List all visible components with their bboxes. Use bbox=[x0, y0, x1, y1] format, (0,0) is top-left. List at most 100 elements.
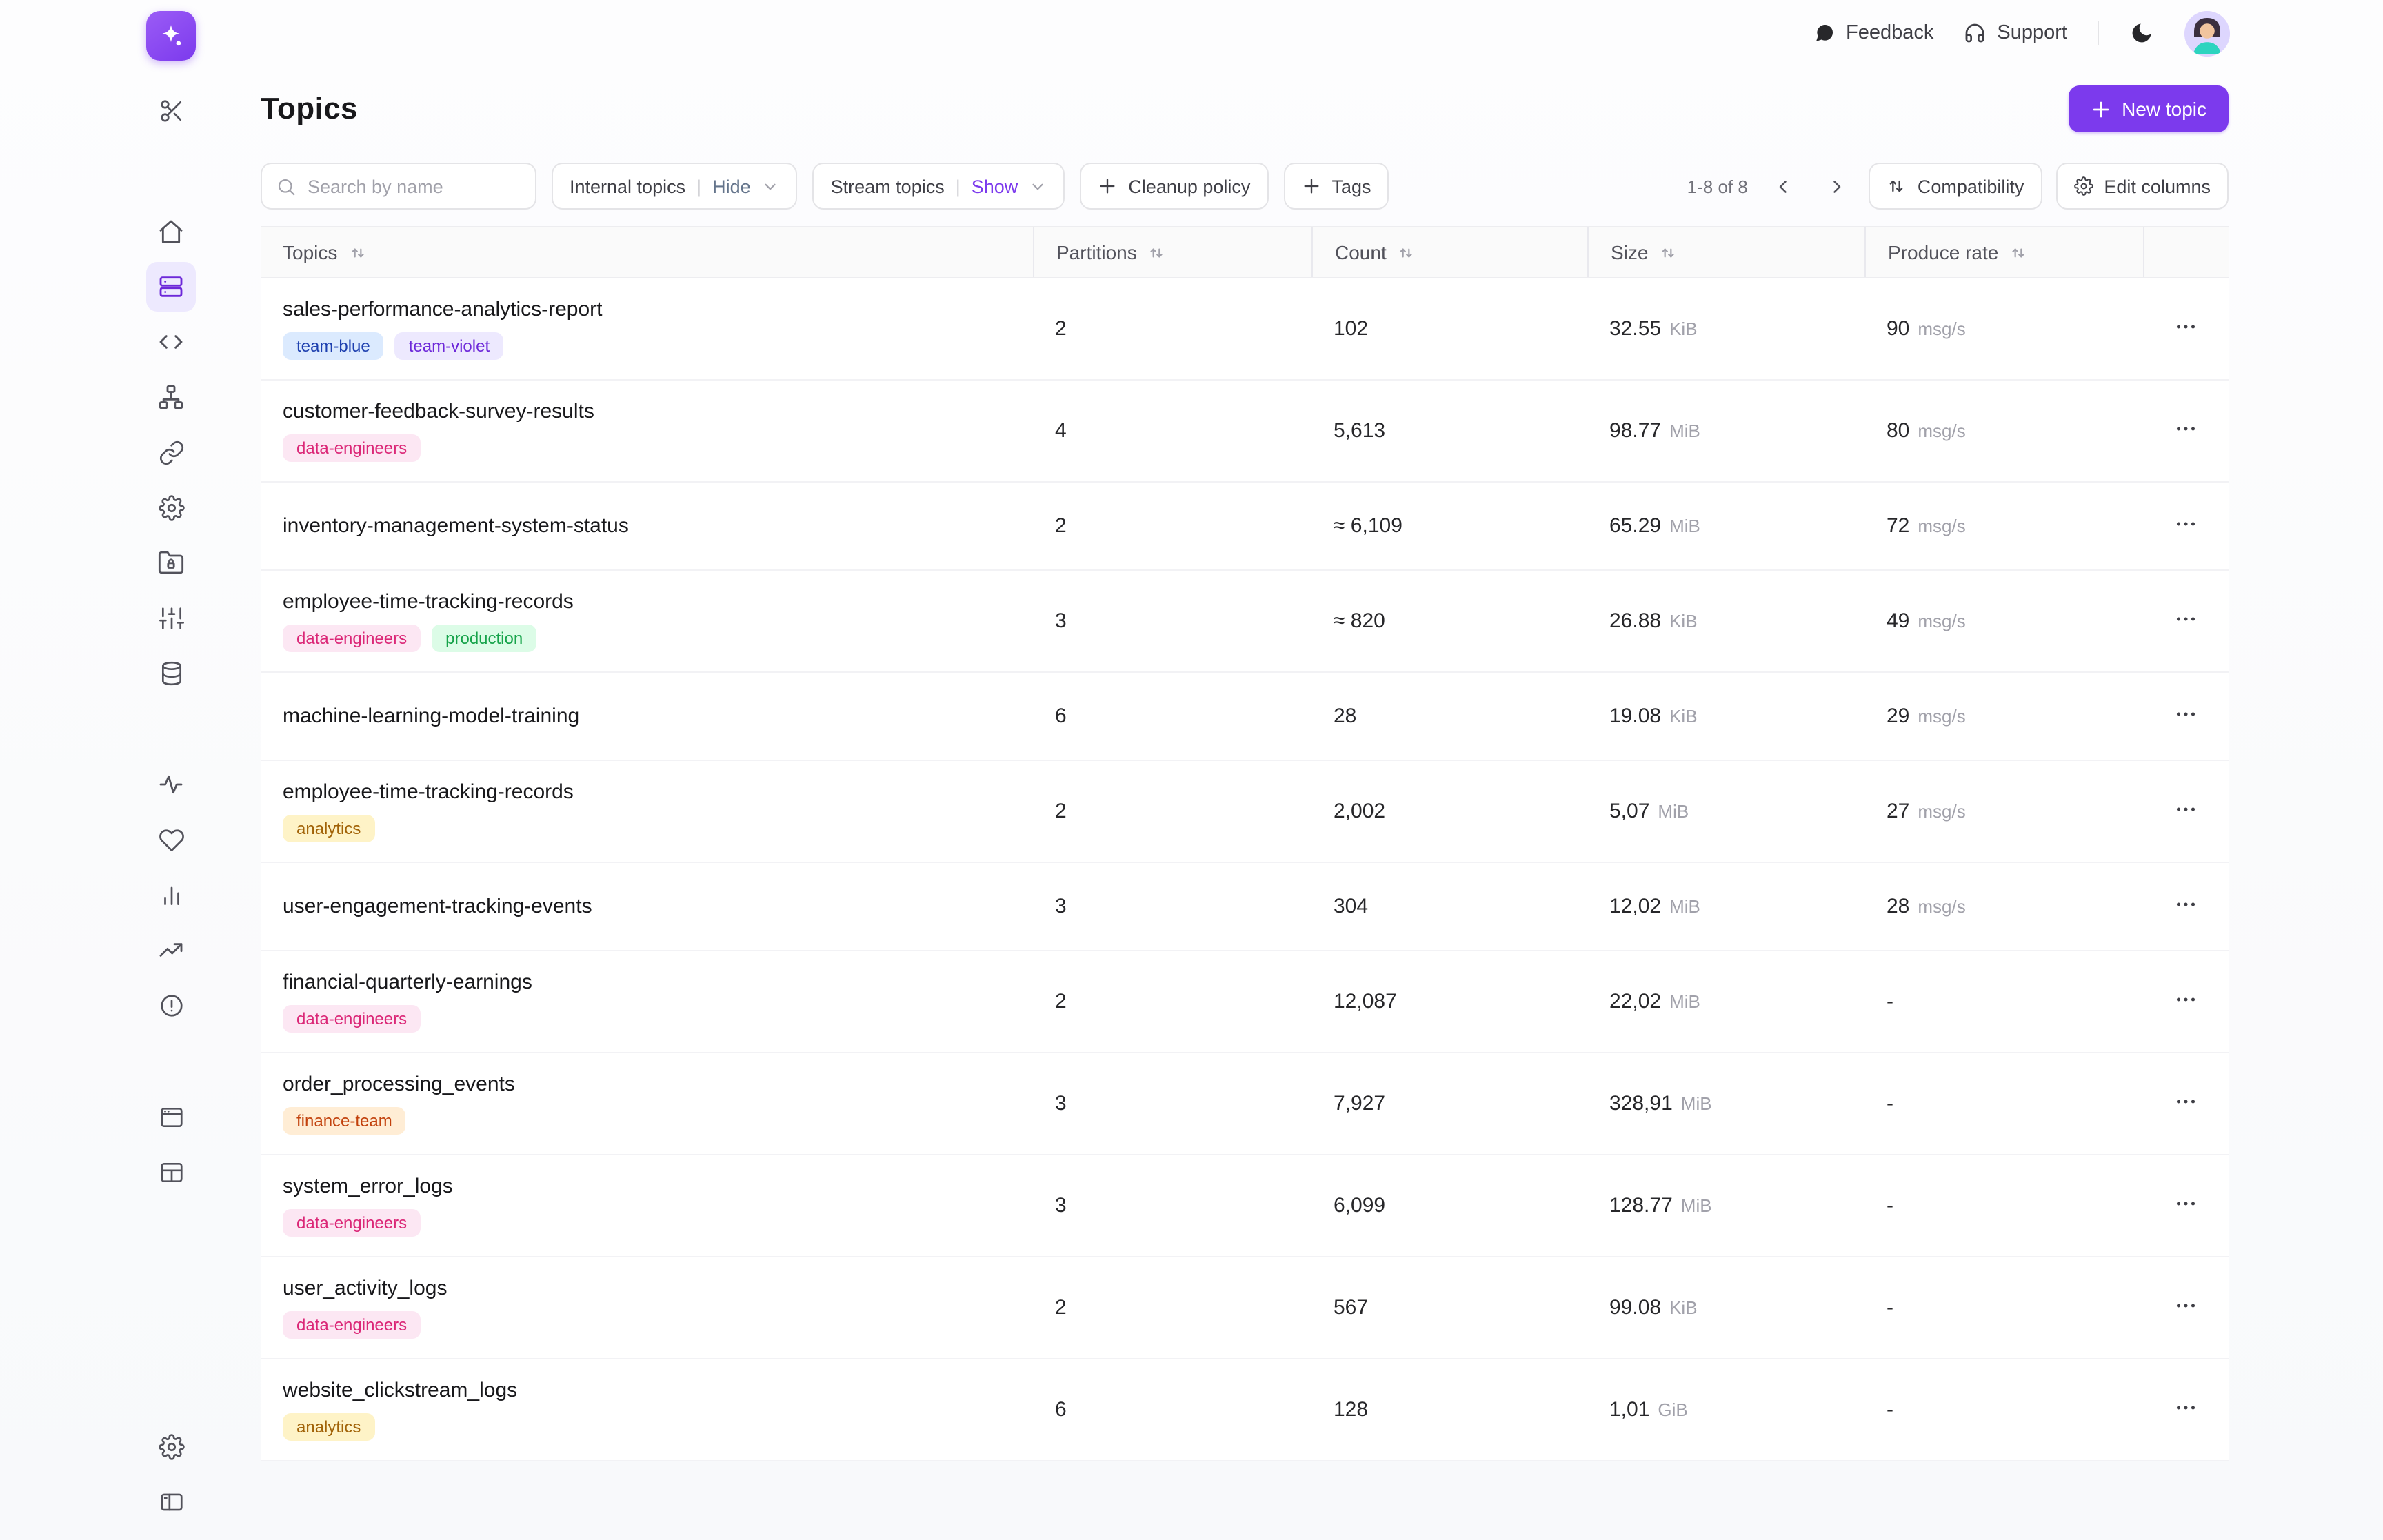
topic-name[interactable]: inventory-management-system-status bbox=[283, 514, 1011, 538]
topic-tags: team-blueteam-violet bbox=[283, 332, 1011, 360]
tags-filter-label: Tags bbox=[1331, 176, 1371, 196]
sliders-icon bbox=[158, 605, 184, 631]
app-logo[interactable] bbox=[146, 11, 196, 61]
link-icon bbox=[158, 439, 184, 465]
compatibility-button[interactable]: Compatibility bbox=[1869, 163, 2042, 210]
column-header-partitions[interactable]: Partitions bbox=[1033, 227, 1311, 277]
topic-cell: user-engagement-tracking-events bbox=[261, 875, 1033, 938]
sidebar-item-acl[interactable] bbox=[146, 538, 196, 587]
support-button[interactable]: Support bbox=[1964, 22, 2067, 44]
edit-columns-button[interactable]: Edit columns bbox=[2055, 163, 2229, 210]
tags-filter[interactable]: Tags bbox=[1283, 163, 1389, 210]
row-more-button[interactable] bbox=[2164, 981, 2208, 1022]
row-more-button[interactable] bbox=[2164, 410, 2208, 452]
row-more-button[interactable] bbox=[2164, 696, 2208, 737]
actions-cell bbox=[2143, 410, 2229, 452]
topic-name[interactable]: machine-learning-model-training bbox=[283, 705, 1011, 728]
actions-cell bbox=[2143, 886, 2229, 927]
sidebar-collapse-toggle[interactable] bbox=[146, 1477, 196, 1526]
next-page-button[interactable] bbox=[1817, 167, 1856, 205]
sort-icon[interactable] bbox=[348, 243, 366, 261]
topic-cell: inventory-management-system-status bbox=[261, 495, 1033, 557]
sidebar-item-stats[interactable] bbox=[146, 870, 196, 920]
topic-name[interactable]: customer-feedback-survey-results bbox=[283, 400, 1011, 423]
sort-icon[interactable] bbox=[1148, 243, 1166, 261]
topic-name[interactable]: employee-time-tracking-records bbox=[283, 590, 1011, 614]
chip-separator: | bbox=[956, 176, 961, 196]
partitions-cell: 2 bbox=[1033, 990, 1311, 1013]
sidebar-item-home[interactable] bbox=[146, 207, 196, 256]
row-more-button[interactable] bbox=[2164, 600, 2208, 642]
sidebar-item-code[interactable] bbox=[146, 317, 196, 367]
sidebar-item-console[interactable] bbox=[146, 1092, 196, 1142]
code-icon bbox=[157, 328, 185, 356]
rate-cell: - bbox=[1864, 1194, 2143, 1217]
row-more-button[interactable] bbox=[2164, 1185, 2208, 1226]
row-more-button[interactable] bbox=[2164, 308, 2208, 349]
topic-name[interactable]: user-engagement-tracking-events bbox=[283, 895, 1011, 918]
size-cell: 32.55KiB bbox=[1587, 317, 1864, 341]
sort-icon[interactable] bbox=[1398, 243, 1416, 261]
column-header-count[interactable]: Count bbox=[1311, 227, 1587, 277]
sidebar-item-tables[interactable] bbox=[146, 1147, 196, 1197]
cleanup-policy-filter[interactable]: Cleanup policy bbox=[1080, 163, 1268, 210]
sidebar-item-services[interactable] bbox=[146, 483, 196, 532]
sort-icon[interactable] bbox=[1659, 243, 1677, 261]
size-cell: 99.08KiB bbox=[1587, 1296, 1864, 1319]
table-row: employee-time-tracking-records data-engi… bbox=[261, 571, 2229, 673]
size-cell: 12,02MiB bbox=[1587, 895, 1864, 918]
count-cell: 7,927 bbox=[1311, 1092, 1587, 1115]
row-more-button[interactable] bbox=[2164, 791, 2208, 832]
topic-name[interactable]: system_error_logs bbox=[283, 1175, 1011, 1198]
browser-window-icon bbox=[158, 1104, 184, 1130]
user-avatar[interactable] bbox=[2184, 10, 2230, 56]
heart-icon bbox=[158, 827, 184, 853]
sidebar-item-shortcuts[interactable] bbox=[146, 85, 196, 135]
sidebar-item-activity[interactable] bbox=[146, 760, 196, 809]
sidebar-item-topics[interactable] bbox=[146, 262, 196, 312]
rate-value: 49 bbox=[1887, 609, 1909, 633]
column-header-produce-rate[interactable]: Produce rate bbox=[1864, 227, 2143, 277]
pagination-range: 1-8 of 8 bbox=[1687, 176, 1748, 196]
column-header-topics[interactable]: Topics bbox=[261, 227, 1033, 277]
stream-topics-filter[interactable]: Stream topics | Show bbox=[813, 163, 1065, 210]
sidebar-item-alerts[interactable] bbox=[146, 980, 196, 1030]
size-unit: KiB bbox=[1669, 318, 1697, 339]
search-input[interactable] bbox=[308, 176, 521, 196]
sitemap-icon bbox=[157, 383, 185, 411]
topic-name[interactable]: website_clickstream_logs bbox=[283, 1379, 1011, 1402]
column-header-size[interactable]: Size bbox=[1587, 227, 1864, 277]
filter-toolbar: Internal topics | Hide Stream topics | S… bbox=[261, 163, 2229, 210]
search-box[interactable] bbox=[261, 163, 536, 210]
feedback-button[interactable]: Feedback bbox=[1813, 22, 1933, 44]
row-more-button[interactable] bbox=[2164, 1083, 2208, 1124]
panel-toggle-icon bbox=[158, 1488, 184, 1514]
row-more-button[interactable] bbox=[2164, 505, 2208, 547]
sidebar-item-clusters[interactable] bbox=[146, 648, 196, 698]
previous-page-button[interactable] bbox=[1764, 167, 1803, 205]
table-row: user_activity_logs data-engineers 2 567 … bbox=[261, 1257, 2229, 1359]
row-more-button[interactable] bbox=[2164, 1389, 2208, 1430]
row-more-button[interactable] bbox=[2164, 886, 2208, 927]
sidebar-item-sitemap[interactable] bbox=[146, 372, 196, 422]
ellipsis-icon bbox=[2173, 987, 2198, 1016]
topic-name[interactable]: employee-time-tracking-records bbox=[283, 780, 1011, 804]
sort-icon[interactable] bbox=[2009, 243, 2027, 261]
topic-name[interactable]: order_processing_events bbox=[283, 1073, 1011, 1096]
topic-name[interactable]: financial-quarterly-earnings bbox=[283, 971, 1011, 994]
rate-cell: 27msg/s bbox=[1864, 800, 2143, 823]
sidebar-item-health[interactable] bbox=[146, 815, 196, 864]
topic-name[interactable]: sales-performance-analytics-report bbox=[283, 298, 1011, 321]
size-value: 12,02 bbox=[1609, 895, 1661, 918]
sidebar-item-monitoring[interactable] bbox=[146, 593, 196, 642]
sidebar-item-links[interactable] bbox=[146, 427, 196, 477]
sidebar-item-trends[interactable] bbox=[146, 925, 196, 975]
topic-name[interactable]: user_activity_logs bbox=[283, 1277, 1011, 1300]
tag-data-engineers: data-engineers bbox=[283, 434, 421, 462]
size-cell: 128.77MiB bbox=[1587, 1194, 1864, 1217]
dark-mode-toggle[interactable] bbox=[2129, 21, 2154, 45]
sidebar-item-settings[interactable] bbox=[146, 1421, 196, 1471]
internal-topics-filter[interactable]: Internal topics | Hide bbox=[552, 163, 798, 210]
row-more-button[interactable] bbox=[2164, 1287, 2208, 1328]
new-topic-button[interactable]: New topic bbox=[2068, 85, 2229, 132]
